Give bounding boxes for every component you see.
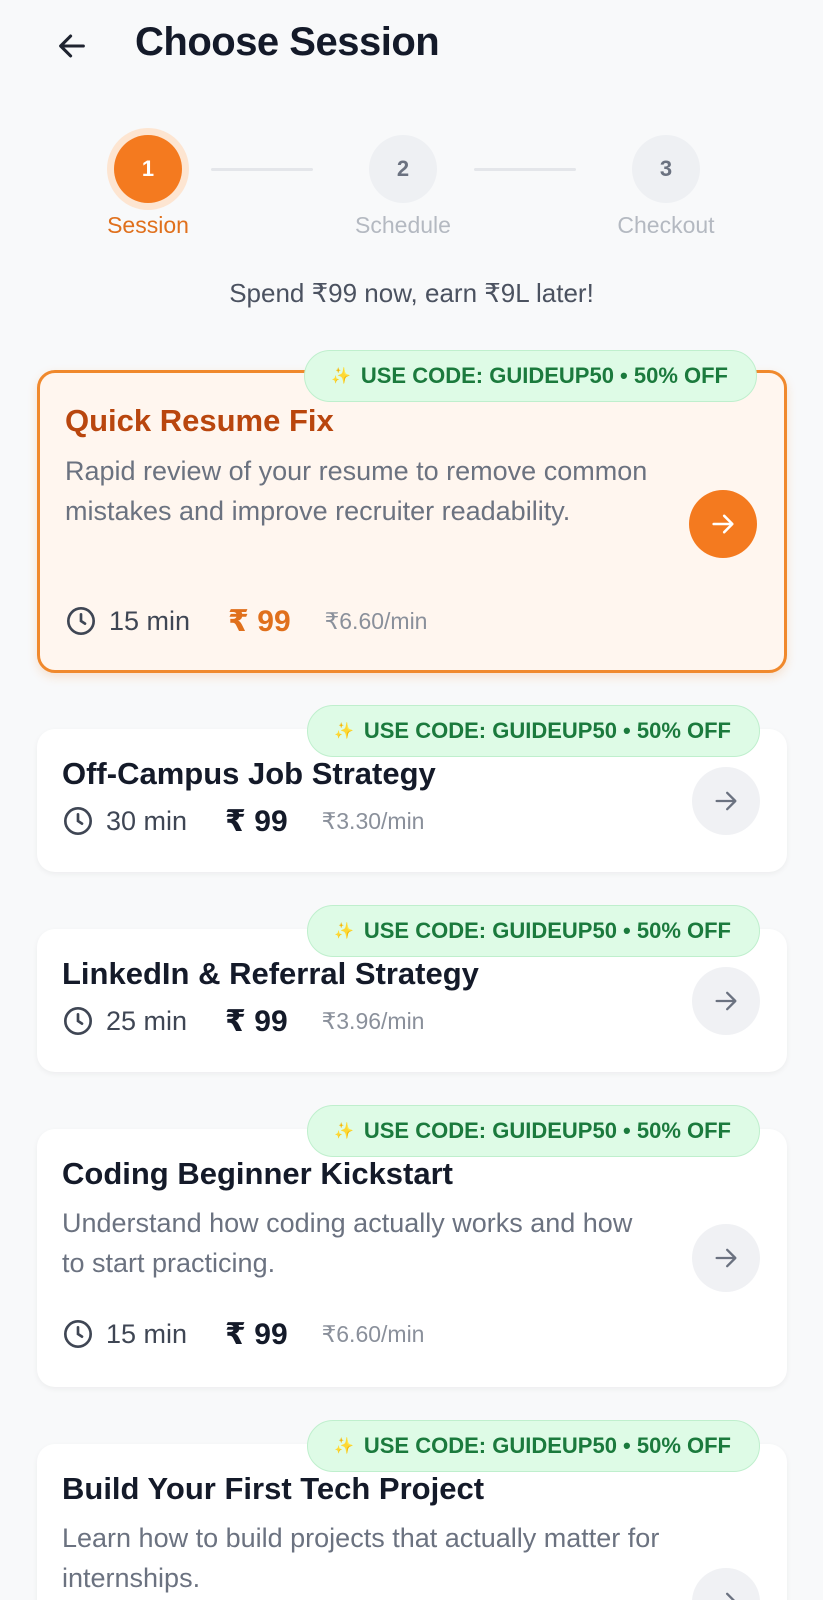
promo-badge: ✨ USE CODE: GUIDEUP50 • 50% OFF [303, 350, 757, 402]
session-meta: 25 min ₹ 99 ₹3.96/min [62, 1001, 424, 1041]
session-rate: ₹3.96/min [321, 1007, 425, 1034]
session-rate: ₹6.60/min [321, 1320, 425, 1347]
step-connector [474, 168, 576, 171]
session-title: LinkedIn & Referral Strategy [62, 956, 479, 991]
clock-icon [64, 807, 92, 835]
tagline: Spend ₹99 now, earn ₹9L later! [229, 278, 594, 308]
select-session-button[interactable] [692, 1224, 760, 1292]
promo-badge: ✨ USE CODE: GUIDEUP50 • 50% OFF [306, 1420, 760, 1472]
arrow-left-icon [59, 34, 85, 58]
session-card-off-campus-job-strategy[interactable]: ✨ USE CODE: GUIDEUP50 • 50% OFF Off-Camp… [37, 705, 787, 872]
session-meta: 30 min ₹ 99 ₹3.30/min [62, 801, 424, 841]
session-card-quick-resume-fix[interactable]: ✨ USE CODE: GUIDEUP50 • 50% OFF Quick Re… [37, 350, 787, 673]
session-title: Coding Beginner Kickstart [62, 1156, 453, 1191]
sparkle-icon: ✨ [333, 923, 354, 940]
choose-session-screen: Choose Session 1 2 3 Session Schedule Ch… [0, 0, 823, 1600]
select-session-button[interactable] [689, 490, 757, 558]
clock-icon [64, 1007, 92, 1035]
session-card-build-your-first-tech-project[interactable]: ✨ USE CODE: GUIDEUP50 • 50% OFF Build Yo… [37, 1420, 787, 1600]
session-rate: ₹3.30/min [321, 807, 425, 834]
session-description: Rapid review of your resume to remove co… [65, 456, 648, 526]
back-button[interactable] [48, 22, 96, 70]
page-title: Choose Session [135, 20, 440, 64]
promo-badge: ✨ USE CODE: GUIDEUP50 • 50% OFF [306, 705, 760, 757]
clock-icon [64, 1320, 92, 1348]
promo-text: USE CODE: GUIDEUP50 • 50% OFF [363, 918, 731, 943]
session-price: ₹ 99 [225, 804, 288, 838]
arrow-right-icon [726, 1592, 735, 1600]
session-title: Build Your First Tech Project [62, 1471, 485, 1506]
select-session-button[interactable] [692, 767, 760, 835]
promo-text: USE CODE: GUIDEUP50 • 50% OFF [363, 1118, 731, 1143]
session-meta: 15 min ₹ 99 ₹6.60/min [65, 601, 427, 641]
arrow-right-icon [715, 791, 737, 811]
session-duration: 30 min [106, 805, 188, 836]
session-duration: 25 min [106, 1005, 188, 1036]
sparkle-icon: ✨ [333, 1123, 354, 1140]
session-description: Understand how coding actually works and… [62, 1208, 633, 1278]
step-2-label: Schedule [355, 212, 451, 238]
step-2-circle[interactable]: 2 [369, 135, 437, 203]
session-duration: 15 min [109, 605, 191, 636]
session-title: Quick Resume Fix [65, 403, 334, 438]
promo-text: USE CODE: GUIDEUP50 • 50% OFF [363, 718, 731, 743]
session-card-coding-beginner-kickstart[interactable]: ✨ USE CODE: GUIDEUP50 • 50% OFF Coding B… [37, 1105, 787, 1387]
session-duration: 15 min [106, 1318, 188, 1349]
arrow-right-icon [712, 514, 734, 534]
session-meta: 15 min ₹ 99 ₹6.60/min [62, 1314, 424, 1354]
session-price: ₹ 99 [225, 1317, 288, 1351]
step-3-circle[interactable]: 3 [632, 135, 700, 203]
select-session-button[interactable] [692, 1568, 760, 1600]
promo-badge: ✨ USE CODE: GUIDEUP50 • 50% OFF [306, 1105, 760, 1157]
session-rate: ₹6.60/min [324, 607, 428, 634]
step-1-circle[interactable]: 1 [114, 135, 182, 203]
header: Choose Session [0, 0, 823, 92]
session-price: ₹ 99 [225, 1004, 288, 1038]
promo-text: USE CODE: GUIDEUP50 • 50% OFF [363, 1433, 731, 1458]
session-title: Off-Campus Job Strategy [62, 756, 436, 791]
select-session-button[interactable] [692, 967, 760, 1035]
clock-icon [67, 607, 95, 635]
arrow-right-icon [715, 991, 737, 1011]
sparkle-icon: ✨ [330, 368, 351, 385]
progress-stepper: 1 2 3 Session Schedule Checkout [0, 120, 823, 250]
step-connector [211, 168, 313, 171]
promo-badge: ✨ USE CODE: GUIDEUP50 • 50% OFF [306, 905, 760, 957]
arrow-right-icon [715, 1248, 737, 1268]
promo-text: USE CODE: GUIDEUP50 • 50% OFF [360, 363, 728, 388]
step-3-label: Checkout [617, 212, 715, 238]
sparkle-icon: ✨ [333, 1438, 354, 1455]
sparkle-icon: ✨ [333, 723, 354, 740]
session-card-linkedin-referral-strategy[interactable]: ✨ USE CODE: GUIDEUP50 • 50% OFF LinkedIn… [37, 905, 787, 1072]
session-description: Learn how to build projects that actuall… [62, 1523, 660, 1593]
session-price: ₹ 99 [228, 604, 291, 638]
step-1-label: Session [107, 212, 189, 238]
